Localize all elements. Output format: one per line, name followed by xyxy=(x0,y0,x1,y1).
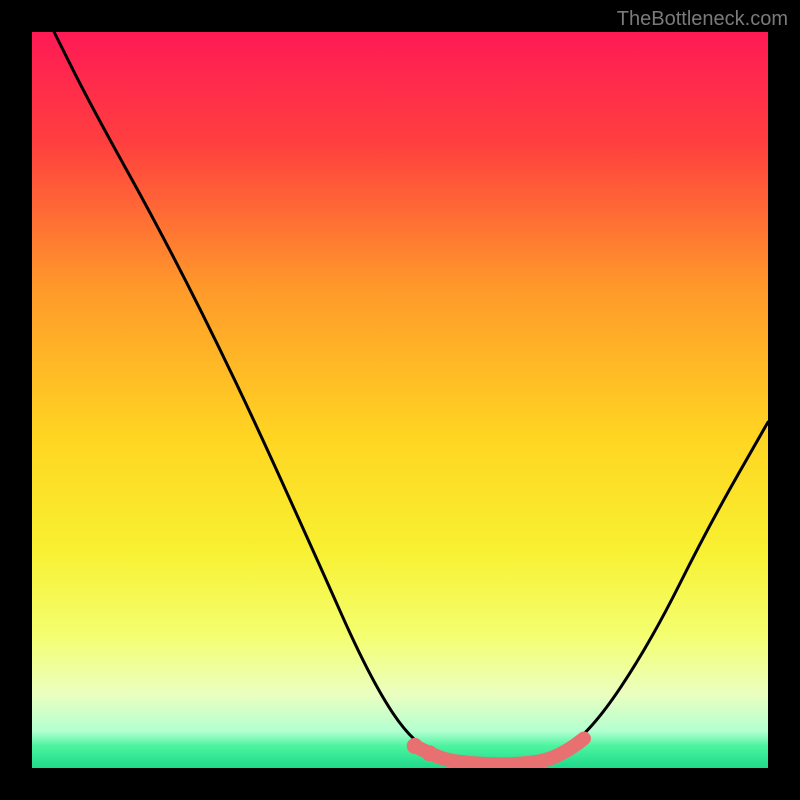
chart-svg xyxy=(32,32,768,768)
plot-area xyxy=(32,32,768,768)
highlight-dot xyxy=(407,738,423,754)
highlight-dot xyxy=(421,745,437,761)
gradient-background xyxy=(32,32,768,768)
watermark-text: TheBottleneck.com xyxy=(617,8,788,31)
bottleneck-chart: TheBottleneck.com xyxy=(0,0,800,800)
